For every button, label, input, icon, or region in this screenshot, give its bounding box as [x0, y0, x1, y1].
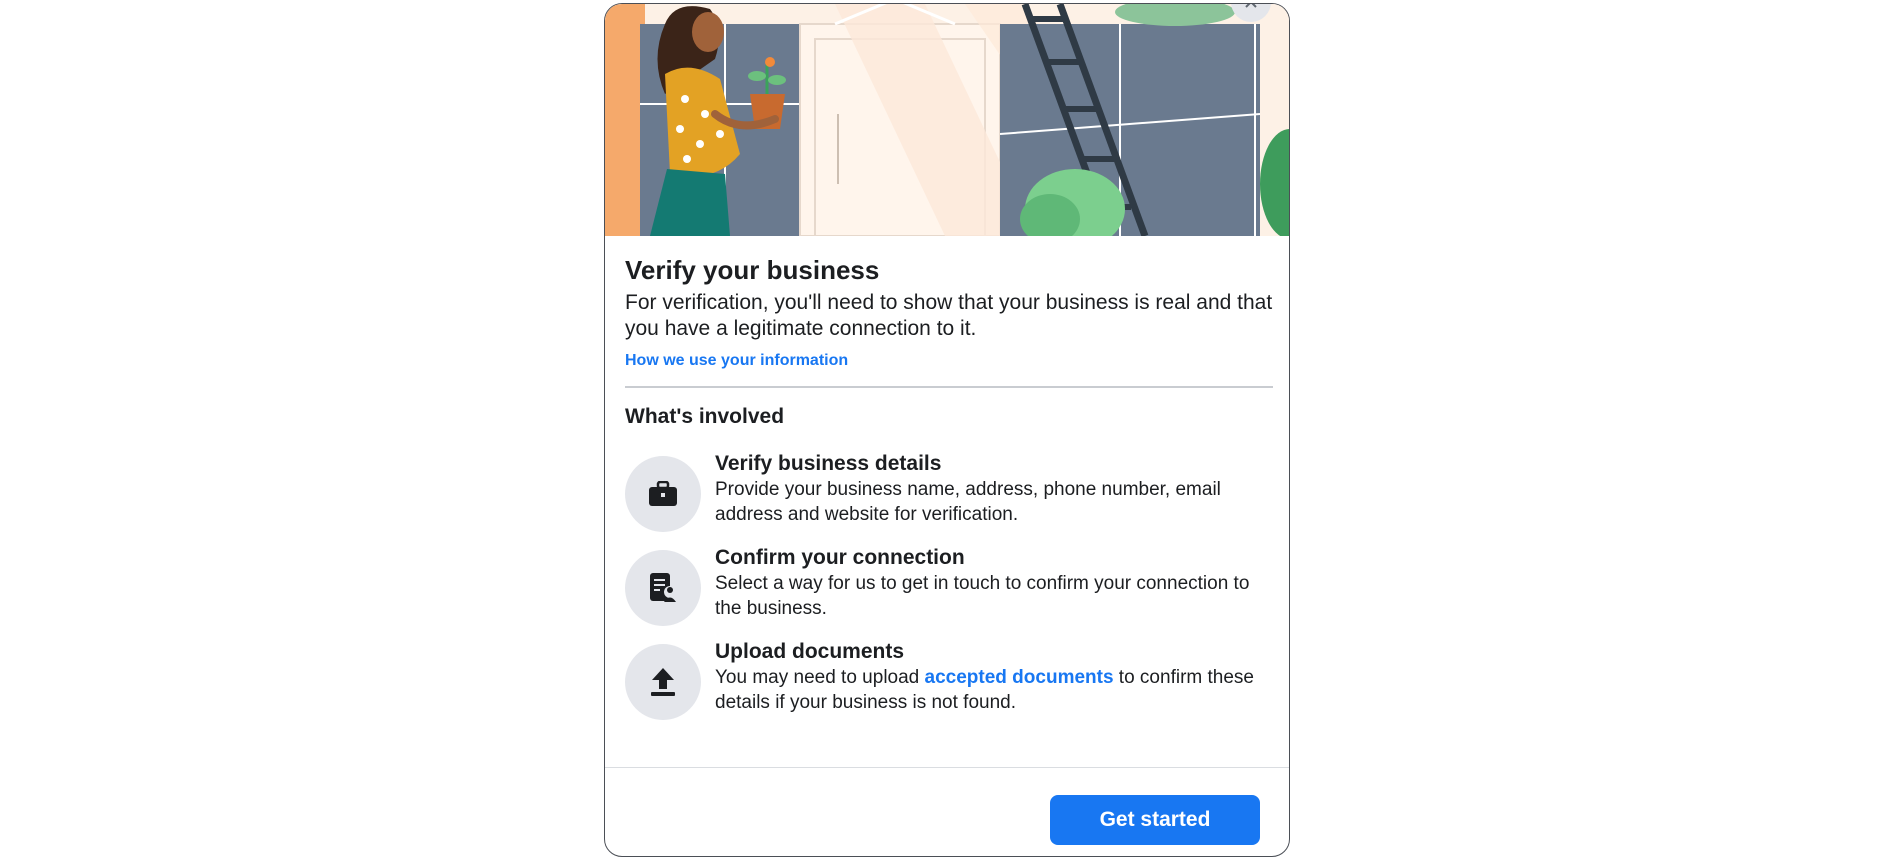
- dialog-body: Verify your business For verification, y…: [625, 236, 1273, 738]
- dialog-title: Verify your business: [625, 255, 880, 285]
- hero-illustration: [605, 4, 1289, 236]
- step-verify-business-details: Verify business details Provide your bus…: [625, 452, 1273, 532]
- close-icon: [1245, 4, 1257, 8]
- step-upload-documents: Upload documents You may need to upload …: [625, 640, 1273, 720]
- how-we-use-info-link[interactable]: How we use your information: [625, 352, 848, 370]
- step-title: Verify business details: [715, 451, 942, 475]
- upload-icon: [625, 643, 701, 720]
- steps-list: Verify business details Provide your bus…: [625, 452, 1273, 720]
- step-description: Provide your business name, address, pho…: [715, 478, 1221, 525]
- step-description: You may need to upload accepted document…: [715, 666, 1254, 713]
- document-person-icon: [625, 549, 701, 626]
- dialog-description: For verification, you'll need to show th…: [625, 291, 1273, 340]
- step-title: Upload documents: [715, 639, 905, 663]
- step-description: Select a way for us to get in touch to c…: [715, 572, 1250, 619]
- briefcase-icon: [625, 455, 701, 532]
- step-confirm-connection: Confirm your connection Select a way for…: [625, 546, 1273, 626]
- step-title: Confirm your connection: [715, 545, 965, 569]
- verify-business-dialog: Verify your business For verification, y…: [604, 3, 1290, 857]
- get-started-button[interactable]: Get started: [1050, 795, 1260, 845]
- storefront-illustration: [605, 4, 1289, 236]
- divider: [625, 386, 1273, 388]
- section-title: What's involved: [625, 404, 785, 428]
- accepted-documents-link[interactable]: accepted documents: [925, 667, 1114, 688]
- footer-divider: [605, 767, 1289, 768]
